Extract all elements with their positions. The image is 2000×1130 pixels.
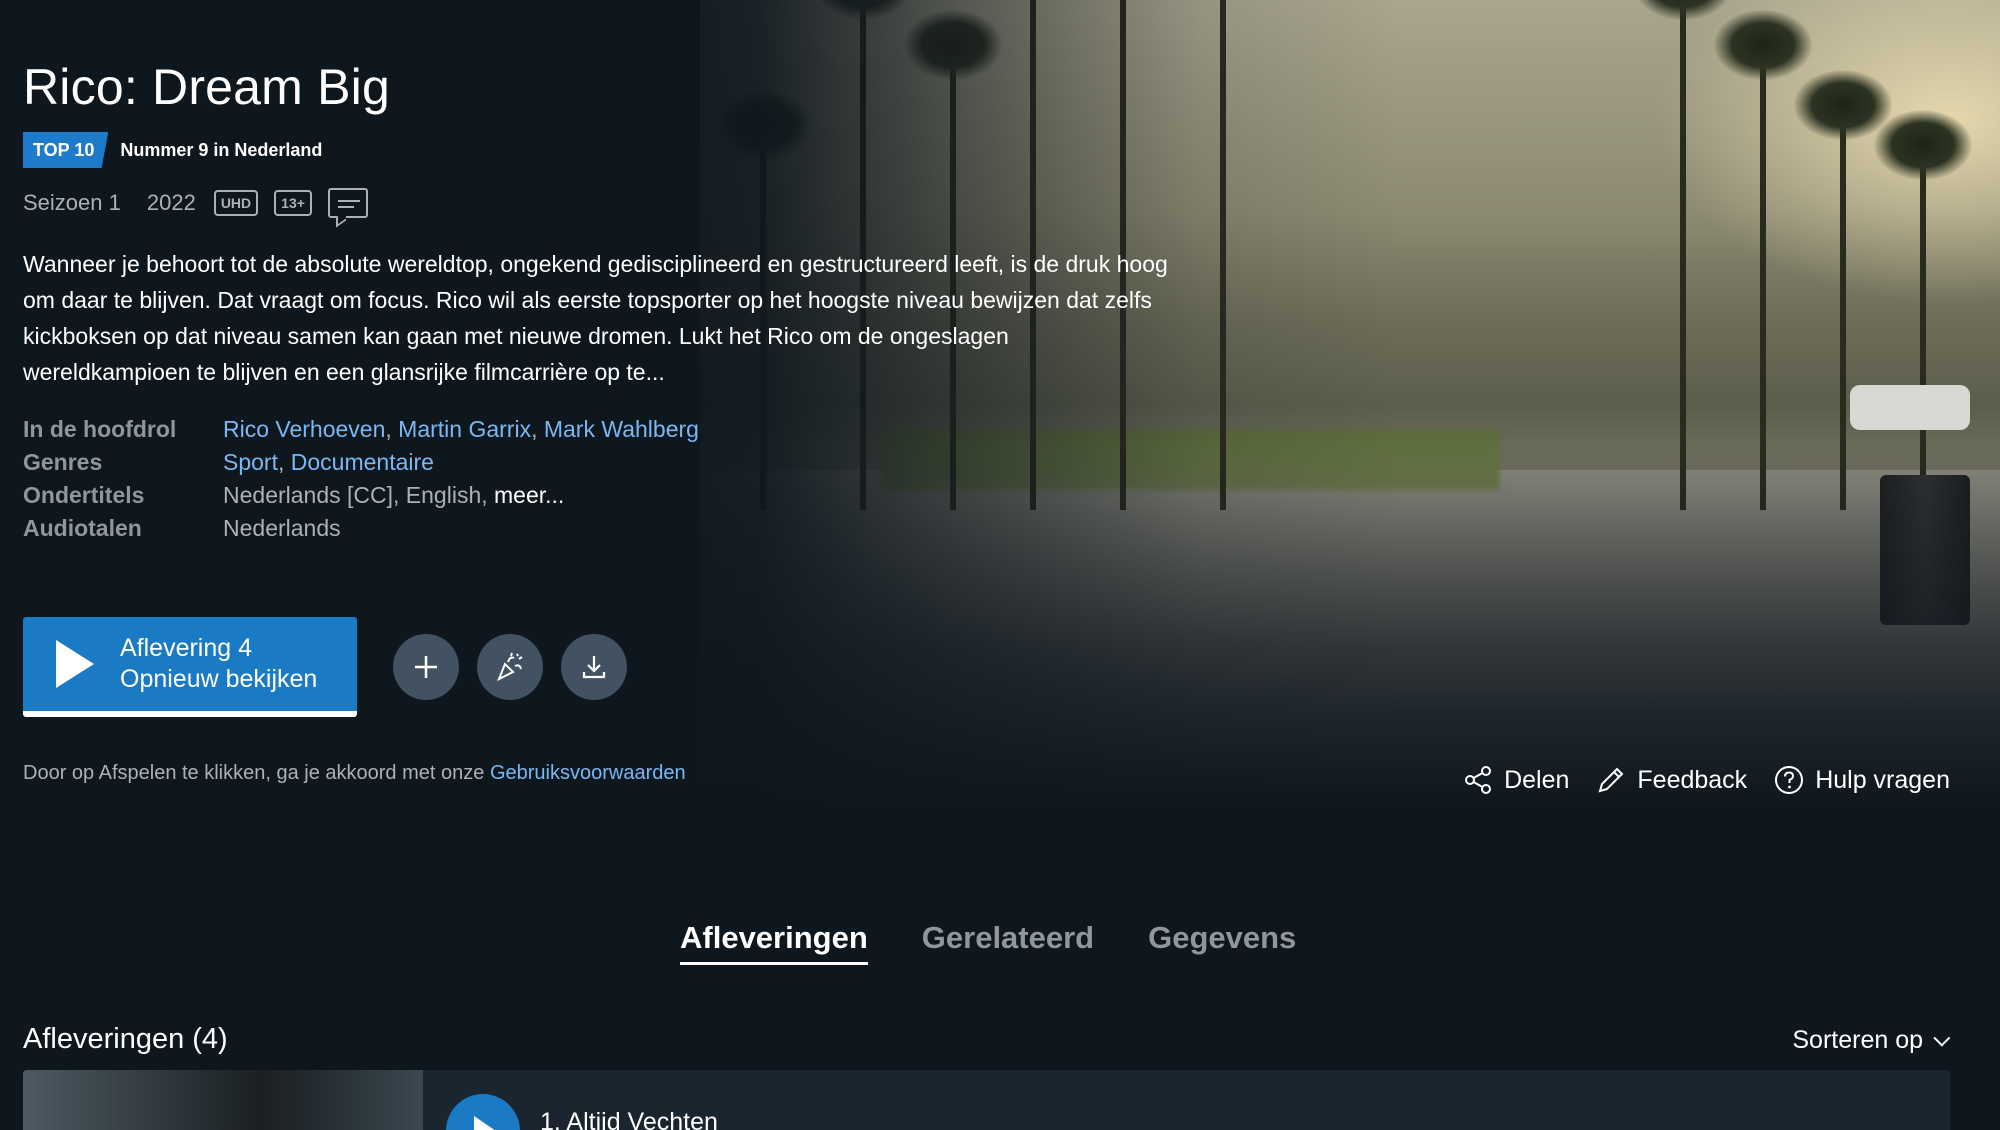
tab-details[interactable]: Gegevens [1148,920,1296,965]
terms-text: Door op Afspelen te klikken, ga je akkoo… [23,762,485,784]
help-button[interactable]: Hulp vragen [1773,764,1950,796]
audio-value: Nederlands [223,515,341,541]
pencil-icon [1598,767,1624,793]
episode-title: 1. Altijd Vechten [540,1108,718,1130]
play-button-line1: Aflevering 4 [120,634,253,662]
download-button[interactable] [561,634,627,700]
release-year: 2022 [146,190,196,215]
episode-row[interactable]: 1. Altijd Vechten [23,1070,1950,1130]
genre-link[interactable]: Documentaire [291,449,434,475]
sort-label: Sorteren op [1792,1026,1923,1054]
detail-tabs: Afleveringen Gerelateerd Gegevens [680,920,1350,965]
watch-party-button[interactable] [477,634,543,700]
share-button[interactable]: Delen [1462,764,1569,796]
season-label: Seizoen 1 [23,190,121,215]
subtitles-row: Ondertitels Nederlands [CC], English, me… [23,479,699,512]
cast-row: In de hoofdrol Rico Verhoeven, Martin Ga… [23,413,699,446]
genres-row: Genres Sport, Documentaire [23,446,699,479]
cast-link[interactable]: Rico Verhoeven [223,416,385,442]
episode-play-button[interactable] [446,1094,520,1130]
play-icon [56,640,94,688]
top10-badge: TOP 10 [23,132,109,168]
subtitles-more-link[interactable]: meer... [494,482,564,508]
terms-link[interactable]: Gebruiksvoorwaarden [490,762,686,784]
share-icon [1465,766,1492,794]
download-icon [582,656,606,679]
add-to-watchlist-button[interactable] [393,634,459,700]
uhd-badge: UHD [213,190,259,216]
age-rating-badge: 13+ [274,190,312,216]
page-title: Rico: Dream Big [23,59,390,115]
play-episode-button[interactable]: Aflevering 4 Opnieuw bekijken [23,617,357,717]
help-label: Hulp vragen [1815,765,1950,794]
feedback-label: Feedback [1637,765,1748,794]
subtitles-icon [327,188,368,228]
subtitles-value: Nederlands [CC], English, [223,482,488,508]
sort-dropdown[interactable]: Sorteren op [1792,1026,1951,1055]
terms-notice: Door op Afspelen te klikken, ga je akkoo… [23,762,686,785]
action-links: Delen Feedback Hulp vragen [1436,764,1950,796]
episode-thumbnail[interactable] [23,1070,423,1130]
help-icon [1775,766,1804,794]
ranking-row: TOP 10 Nummer 9 in Nederland [23,132,322,168]
synopsis: Wanneer je behoort tot de absolute werel… [23,251,1168,385]
chevron-down-icon [1933,1029,1951,1047]
cast-label: In de hoofdrol [23,416,177,442]
cast-link[interactable]: Martin Garrix [398,416,531,442]
tab-related[interactable]: Gerelateerd [922,920,1094,965]
share-label: Delen [1504,765,1570,794]
plus-icon [415,656,437,678]
tab-episodes[interactable]: Afleveringen [680,920,868,965]
feedback-button[interactable]: Feedback [1595,764,1747,796]
ranking-text: Nummer 9 in Nederland [120,139,323,160]
details-list: In de hoofdrol Rico Verhoeven, Martin Ga… [23,413,699,545]
audio-label: Audiotalen [23,515,142,541]
audio-row: Audiotalen Nederlands [23,512,699,545]
cast-link[interactable]: Mark Wahlberg [544,416,699,442]
subtitles-label: Ondertitels [23,482,145,508]
episodes-heading: Afleveringen (4) [23,1023,228,1055]
genres-label: Genres [23,449,103,475]
party-popper-icon [497,652,523,682]
play-button-line2: Opnieuw bekijken [120,665,318,693]
genre-link[interactable]: Sport [223,449,278,475]
meta-row: Seizoen 1 2022 UHD 13+ [23,188,368,228]
